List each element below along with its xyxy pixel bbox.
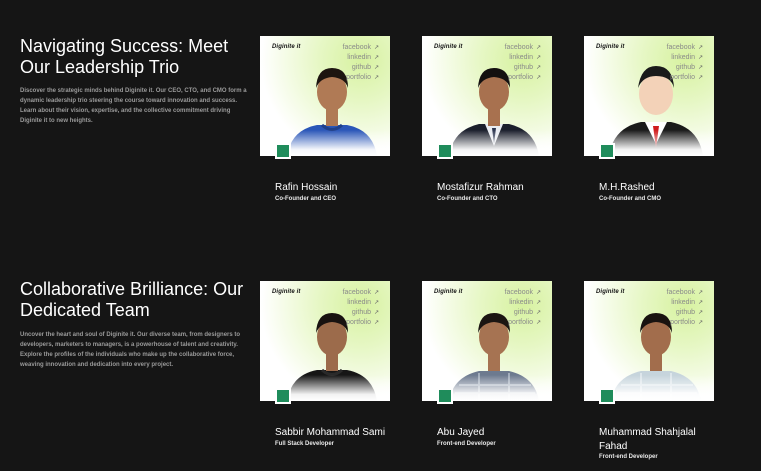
arrow-up-right-icon: ↗	[697, 290, 703, 296]
social-link-portfolio[interactable]: portfolio ↗	[346, 73, 379, 83]
arrow-up-right-icon: ↗	[373, 290, 379, 296]
member-role: Co-Founder and CTO	[437, 196, 498, 202]
member-card[interactable]: Diginite it facebook ↗ linkedin ↗ github ↗ por…	[422, 36, 552, 156]
social-link-github[interactable]: github ↗	[352, 63, 379, 73]
social-link-linkedin[interactable]: linkedin ↗	[509, 298, 541, 308]
social-links: facebook ↗ linkedin ↗ github ↗ portfolio ↗	[667, 288, 703, 328]
member-role: Front-end Developer	[599, 454, 658, 460]
social-link-portfolio[interactable]: portfolio ↗	[508, 318, 541, 328]
green-badge-square	[599, 143, 615, 159]
member-role: Co-Founder and CEO	[275, 196, 336, 202]
social-link-linkedin[interactable]: linkedin ↗	[509, 53, 541, 63]
social-link-facebook[interactable]: facebook ↗	[667, 43, 703, 53]
member-card[interactable]: Diginite it facebook ↗ linkedin ↗ github ↗ por…	[584, 281, 714, 401]
social-link-portfolio[interactable]: portfolio ↗	[508, 73, 541, 83]
arrow-up-right-icon: ↗	[373, 45, 379, 51]
green-badge-square	[275, 143, 291, 159]
member-card[interactable]: Diginite it facebook ↗ linkedin ↗ github ↗ por…	[260, 36, 390, 156]
arrow-up-right-icon: ↗	[373, 320, 379, 326]
company-logo: Diginite it	[596, 289, 625, 295]
member-name: Muhammad Shahjalal Fahad	[599, 427, 696, 452]
social-links: facebook ↗ linkedin ↗ github ↗ portfolio ↗	[505, 288, 541, 328]
leadership-description: Discover the strategic minds behind Digi…	[20, 88, 247, 124]
arrow-up-right-icon: ↗	[373, 300, 379, 306]
social-link-facebook[interactable]: facebook ↗	[343, 288, 379, 298]
social-link-github[interactable]: github ↗	[676, 308, 703, 318]
social-link-facebook[interactable]: facebook ↗	[343, 43, 379, 53]
social-link-linkedin[interactable]: linkedin ↗	[671, 53, 703, 63]
social-link-portfolio[interactable]: portfolio ↗	[346, 318, 379, 328]
social-links: facebook ↗ linkedin ↗ github ↗ portfolio ↗	[343, 43, 379, 83]
green-badge-square	[437, 143, 453, 159]
social-link-portfolio[interactable]: portfolio ↗	[670, 318, 703, 328]
social-link-github[interactable]: github ↗	[676, 63, 703, 73]
arrow-up-right-icon: ↗	[535, 75, 541, 81]
arrow-up-right-icon: ↗	[373, 65, 379, 71]
company-logo: Diginite it	[272, 289, 301, 295]
social-link-linkedin[interactable]: linkedin ↗	[347, 298, 379, 308]
social-link-github[interactable]: github ↗	[514, 63, 541, 73]
company-logo: Diginite it	[596, 44, 625, 50]
social-link-linkedin[interactable]: linkedin ↗	[347, 53, 379, 63]
arrow-up-right-icon: ↗	[697, 310, 703, 316]
arrow-up-right-icon: ↗	[373, 75, 379, 81]
arrow-up-right-icon: ↗	[697, 55, 703, 61]
member-role: Full Stack Developer	[275, 441, 335, 447]
member-name: M.H.Rashed	[599, 182, 655, 193]
social-link-facebook[interactable]: facebook ↗	[505, 43, 541, 53]
team-page: Navigating Success: Meet Our Leadership …	[0, 0, 761, 471]
team-title: Collaborative Brilliance: Our Dedicated …	[20, 279, 244, 320]
leadership-title: Navigating Success: Meet Our Leadership …	[20, 36, 229, 77]
arrow-up-right-icon: ↗	[373, 310, 379, 316]
member-name: Mostafizur Rahman	[437, 182, 524, 193]
member-name: Rafin Hossain	[275, 182, 338, 193]
team-description: Uncover the heart and soul of Diginite i…	[20, 332, 241, 368]
company-logo: Diginite it	[272, 44, 301, 50]
social-link-github[interactable]: github ↗	[514, 308, 541, 318]
company-logo: Diginite it	[434, 289, 463, 295]
arrow-up-right-icon: ↗	[535, 55, 541, 61]
arrow-up-right-icon: ↗	[697, 65, 703, 71]
member-name: Sabbir Mohammad Sami	[275, 427, 386, 438]
arrow-up-right-icon: ↗	[535, 310, 541, 316]
social-link-github[interactable]: github ↗	[352, 308, 379, 318]
social-links: facebook ↗ linkedin ↗ github ↗ portfolio ↗	[343, 288, 379, 328]
green-badge-square	[437, 388, 453, 404]
social-link-linkedin[interactable]: linkedin ↗	[671, 298, 703, 308]
arrow-up-right-icon: ↗	[535, 65, 541, 71]
social-link-portfolio[interactable]: portfolio ↗	[670, 73, 703, 83]
social-link-facebook[interactable]: facebook ↗	[505, 288, 541, 298]
arrow-up-right-icon: ↗	[373, 55, 379, 61]
green-badge-square	[275, 388, 291, 404]
green-badge-square	[599, 388, 615, 404]
member-role: Co-Founder and CMO	[599, 196, 661, 202]
member-role: Front-end Developer	[437, 441, 496, 447]
social-link-facebook[interactable]: facebook ↗	[667, 288, 703, 298]
arrow-up-right-icon: ↗	[697, 75, 703, 81]
arrow-up-right-icon: ↗	[535, 45, 541, 51]
member-name: Abu Jayed	[437, 427, 485, 438]
arrow-up-right-icon: ↗	[697, 300, 703, 306]
member-card[interactable]: Diginite it facebook ↗ linkedin ↗ github ↗ por…	[422, 281, 552, 401]
arrow-up-right-icon: ↗	[697, 45, 703, 51]
social-links: facebook ↗ linkedin ↗ github ↗ portfolio ↗	[667, 43, 703, 83]
arrow-up-right-icon: ↗	[697, 320, 703, 326]
member-card[interactable]: Diginite it facebook ↗ linkedin ↗ github ↗ por…	[260, 281, 390, 401]
arrow-up-right-icon: ↗	[535, 320, 541, 326]
arrow-up-right-icon: ↗	[535, 300, 541, 306]
social-links: facebook ↗ linkedin ↗ github ↗ portfolio ↗	[505, 43, 541, 83]
member-card[interactable]: Diginite it facebook ↗ linkedin ↗ github ↗ por…	[584, 36, 714, 156]
arrow-up-right-icon: ↗	[535, 290, 541, 296]
company-logo: Diginite it	[434, 44, 463, 50]
